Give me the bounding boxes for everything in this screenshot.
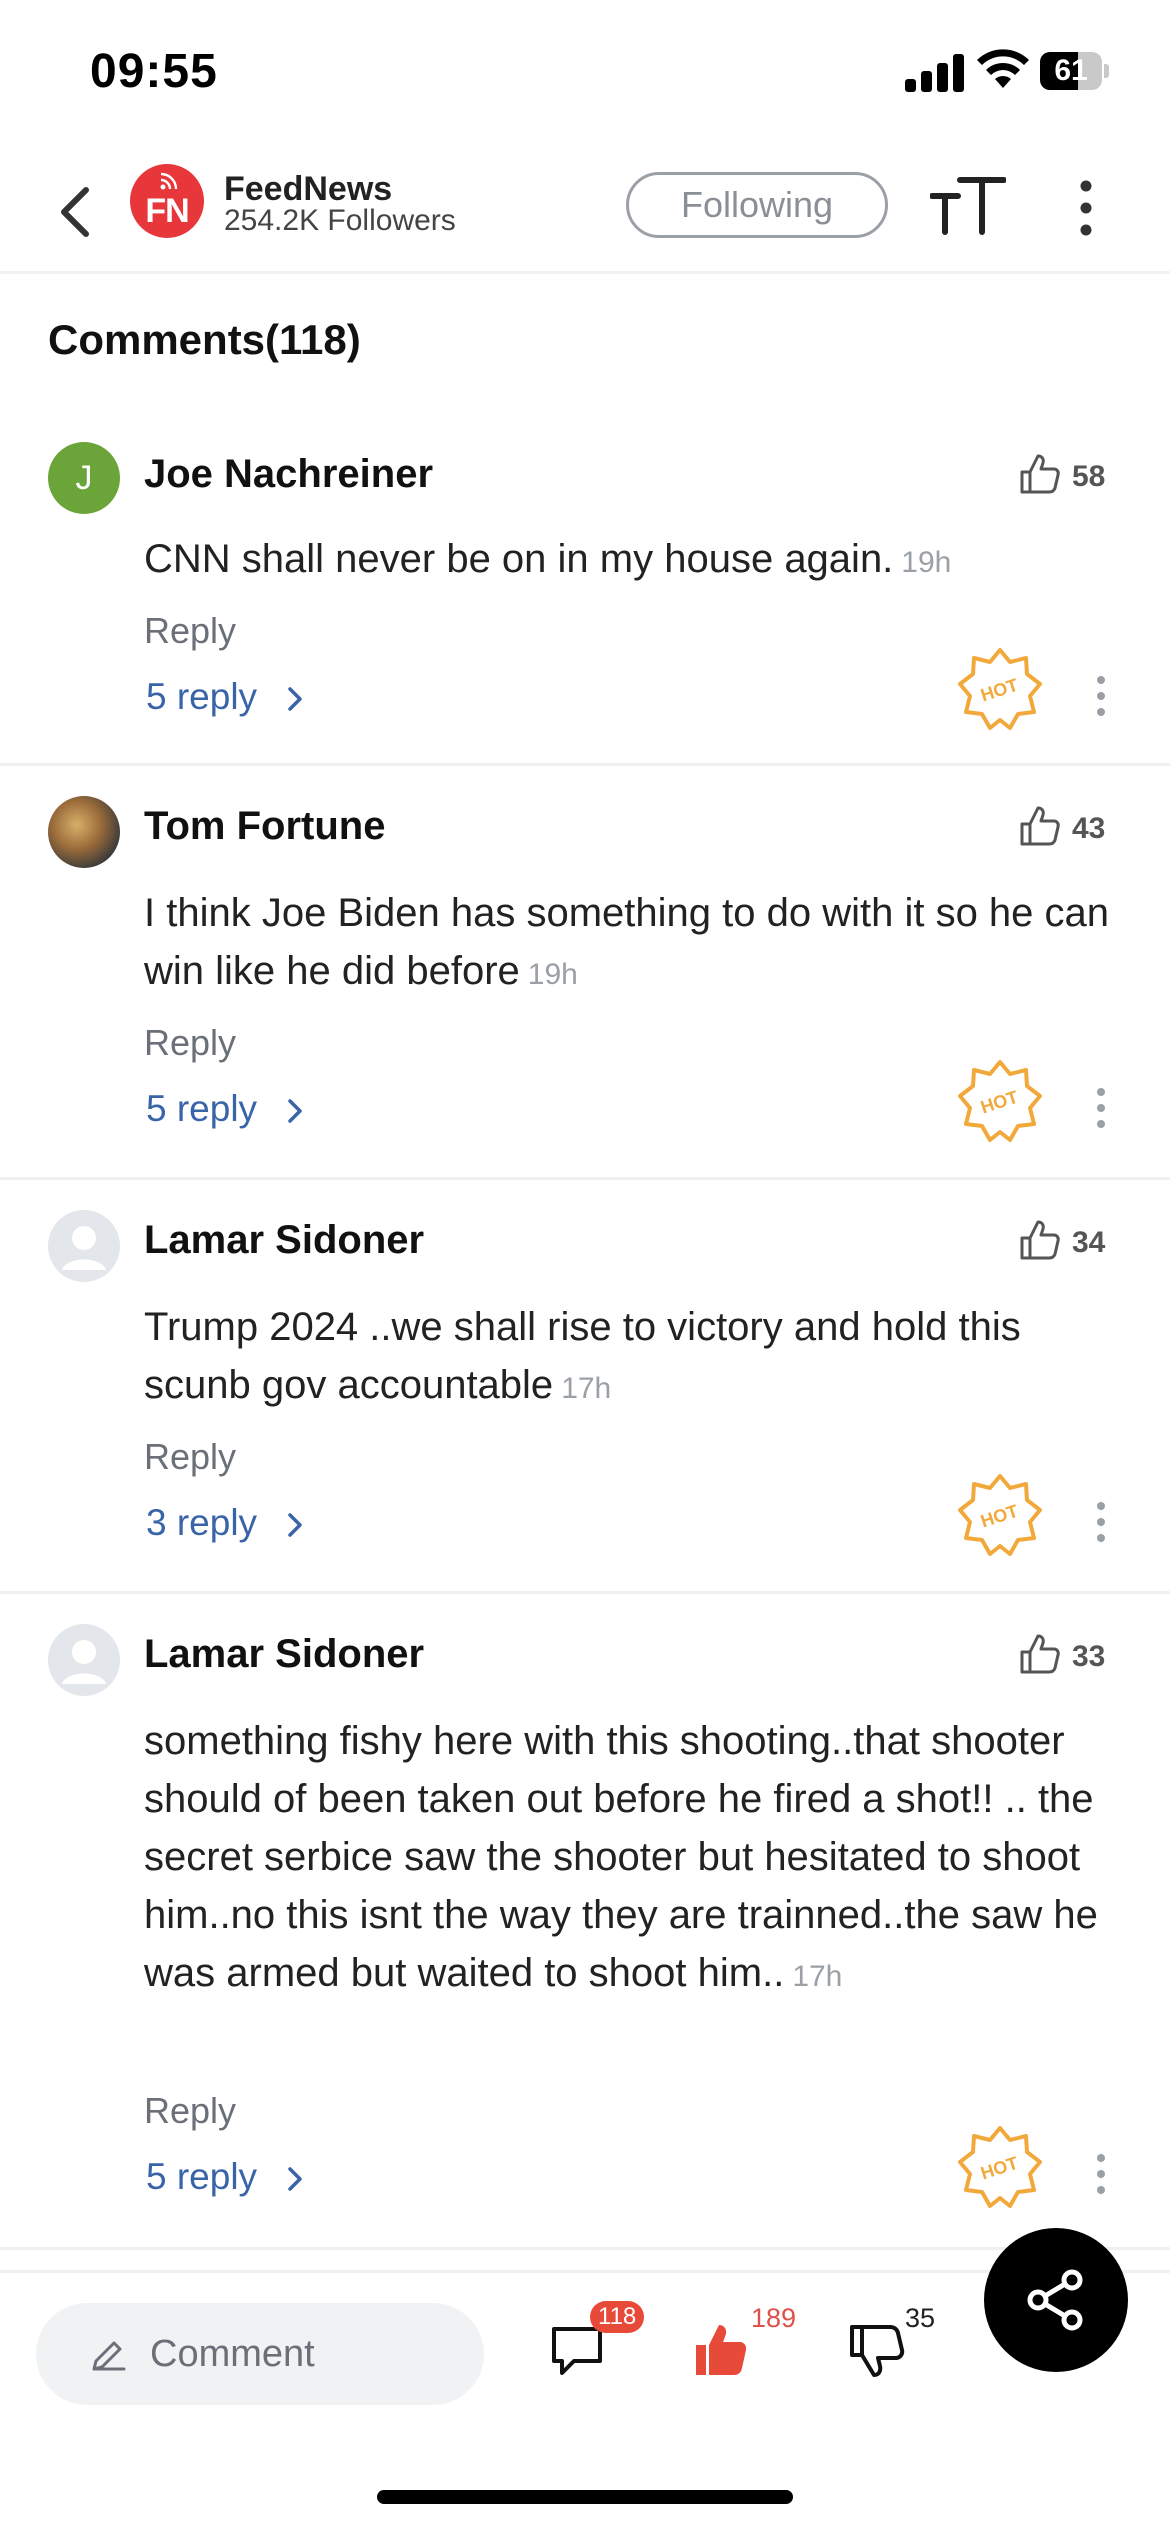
more-vertical-icon[interactable]	[1090, 1086, 1112, 1130]
user-placeholder-icon	[62, 1226, 106, 1270]
view-replies-link[interactable]: 5 reply	[146, 2156, 305, 2198]
thumbs-up-icon	[1020, 1634, 1060, 1674]
battery-icon: 61	[1040, 52, 1110, 90]
user-placeholder-icon	[62, 1640, 106, 1684]
rss-icon	[160, 172, 178, 190]
view-replies-link[interactable]: 5 reply	[146, 1088, 305, 1130]
hot-badge-icon: HOT	[958, 1060, 1042, 1142]
like-button[interactable]: 34	[1018, 1218, 1118, 1266]
comment-text: CNN shall never be on in my house again.…	[144, 530, 1134, 592]
reply-button[interactable]: Reply	[144, 1436, 236, 1478]
battery-level: 61	[1054, 54, 1088, 87]
share-button[interactable]	[984, 2228, 1128, 2372]
hot-badge-icon: HOT	[958, 2126, 1042, 2208]
app-root: 09:55 61 FN FeedNews 254.2K Followers Fo…	[0, 0, 1170, 2532]
comment-text: I think Joe Biden has something to do wi…	[144, 884, 1134, 1004]
chevron-right-icon	[288, 687, 303, 711]
thumbs-up-icon[interactable]	[692, 2321, 750, 2379]
comment-item: Lamar Sidoner 33 something fishy here wi…	[0, 1594, 1170, 2250]
thumbs-up-icon	[1020, 454, 1060, 494]
reply-button[interactable]: Reply	[144, 1022, 236, 1064]
reply-button[interactable]: Reply	[144, 2090, 236, 2132]
comment-item: J Joe Nachreiner 58 CNN shall never be o…	[0, 410, 1170, 766]
like-button[interactable]: 43	[1018, 804, 1118, 852]
more-vertical-icon[interactable]	[1070, 178, 1102, 238]
comments-heading: Comments(118)	[48, 316, 361, 363]
view-replies-link[interactable]: 3 reply	[146, 1502, 305, 1544]
chevron-right-icon	[288, 1513, 303, 1537]
like-count: 58	[1072, 460, 1106, 493]
comment-author[interactable]: Tom Fortune	[144, 804, 385, 849]
thumbs-up-icon	[1020, 1220, 1060, 1260]
replies-count-label: 5 reply	[146, 676, 258, 717]
comment-time: 17h	[792, 1960, 843, 1993]
more-vertical-icon[interactable]	[1090, 674, 1112, 718]
share-icon	[1027, 2269, 1083, 2331]
comment-item: Tom Fortune 43 I think Joe Biden has som…	[0, 766, 1170, 1180]
more-vertical-icon[interactable]	[1090, 2152, 1112, 2196]
like-count: 34	[1072, 1226, 1106, 1259]
comment-author[interactable]: Lamar Sidoner	[144, 1218, 424, 1263]
avatar[interactable]: J	[48, 442, 120, 514]
replies-count-label: 5 reply	[146, 2156, 258, 2197]
replies-count-label: 3 reply	[146, 1502, 258, 1543]
comment-time: 19h	[527, 958, 578, 991]
comment-time: 17h	[561, 1372, 612, 1405]
channel-logo-text: FN	[145, 192, 189, 230]
avatar[interactable]	[48, 1624, 120, 1696]
home-indicator[interactable]	[377, 2490, 793, 2504]
dislikes-count: 35	[905, 2303, 936, 2333]
header-bar: FN FeedNews 254.2K Followers Following	[0, 150, 1170, 274]
following-button[interactable]: Following	[626, 172, 888, 238]
status-bar: 09:55 61	[0, 0, 1170, 150]
comment-text: something fishy here with this shooting.…	[144, 1712, 1134, 2006]
thumbs-up-icon	[1020, 806, 1060, 846]
comment-input[interactable]: Comment	[36, 2303, 484, 2405]
channel-logo[interactable]: FN	[130, 164, 204, 238]
status-time: 09:55	[90, 45, 218, 98]
like-count: 43	[1072, 812, 1106, 845]
view-replies-link[interactable]: 5 reply	[146, 676, 305, 718]
comment-author[interactable]: Joe Nachreiner	[144, 452, 433, 497]
comment-text: Trump 2024 ..we shall rise to victory an…	[144, 1298, 1134, 1418]
comment-author[interactable]: Lamar Sidoner	[144, 1632, 424, 1677]
chevron-right-icon	[288, 1099, 303, 1123]
likes-count: 189	[751, 2303, 797, 2333]
more-vertical-icon[interactable]	[1090, 1500, 1112, 1544]
avatar[interactable]	[48, 796, 120, 868]
text-size-icon[interactable]	[930, 174, 1006, 238]
comment-time: 19h	[901, 546, 952, 579]
like-count: 33	[1072, 1640, 1106, 1673]
avatar[interactable]	[48, 1210, 120, 1282]
like-button[interactable]: 58	[1018, 452, 1118, 500]
replies-count-label: 5 reply	[146, 1088, 258, 1129]
like-button[interactable]: 33	[1018, 1632, 1118, 1680]
thumbs-down-icon[interactable]	[848, 2321, 906, 2379]
wifi-icon	[977, 49, 1029, 88]
hot-badge-icon: HOT	[958, 648, 1042, 730]
comment-body: I think Joe Biden has something to do wi…	[144, 891, 1110, 993]
hot-badge-icon: HOT	[958, 1474, 1042, 1556]
cellular-signal-icon	[905, 52, 965, 92]
comment-body: CNN shall never be on in my house again.	[144, 537, 894, 581]
back-arrow-icon[interactable]	[48, 182, 108, 242]
comments-count-badge: 118	[590, 2301, 645, 2333]
chevron-right-icon	[288, 2167, 303, 2191]
pencil-icon	[92, 2341, 126, 2371]
channel-followers: 254.2K Followers	[224, 204, 456, 237]
comment-body: something fishy here with this shooting.…	[144, 1719, 1098, 1995]
comment-item: Lamar Sidoner 34 Trump 2024 ..we shall r…	[0, 1180, 1170, 1594]
reply-button[interactable]: Reply	[144, 610, 236, 652]
comment-input-placeholder: Comment	[150, 2333, 315, 2375]
